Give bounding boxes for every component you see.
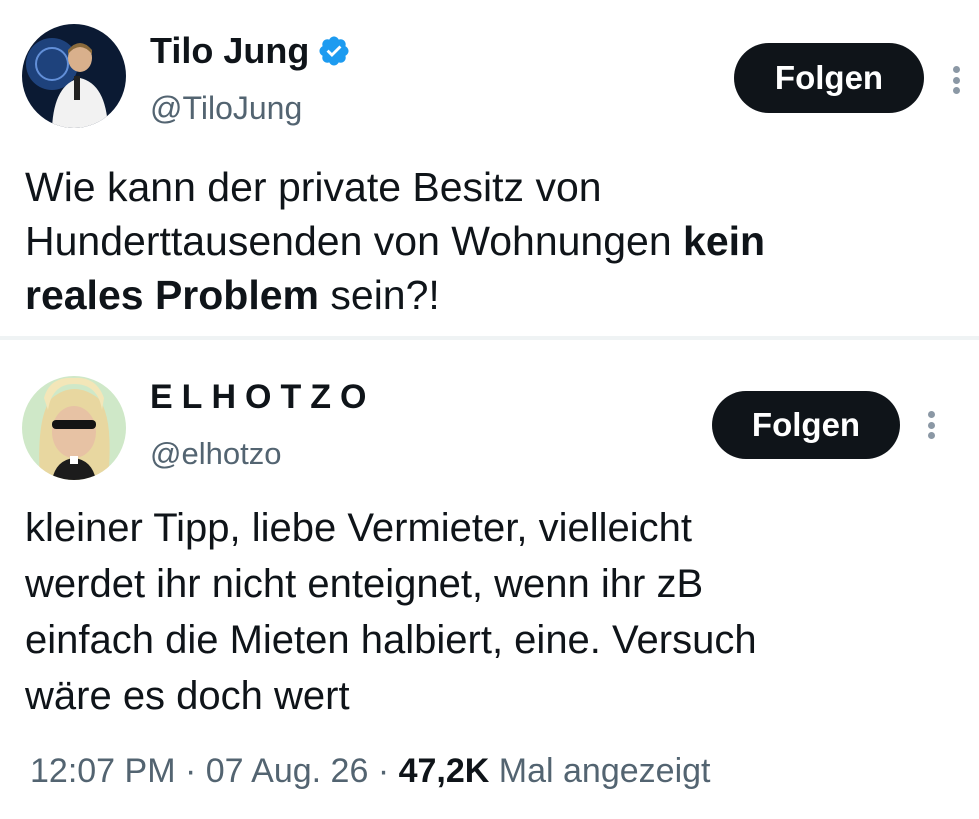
display-name[interactable]: Tilo Jung (150, 30, 309, 72)
tweet-text-segment: sein?! (319, 272, 440, 318)
author-row: ELHOTZO (150, 378, 375, 417)
tweet-text-line: wäre es doch wert (25, 674, 350, 718)
screenshot: Tilo Jung @TiloJung Folgen Wie kann der … (0, 0, 979, 819)
follow-button[interactable]: Folgen (712, 391, 900, 459)
tweet-text-line: kleiner Tipp, liebe Vermieter, vielleich… (25, 506, 692, 550)
author-row: Tilo Jung (150, 30, 351, 72)
handle[interactable]: @TiloJung (150, 90, 302, 127)
verified-badge-icon (317, 34, 351, 68)
meta-separator: · (184, 752, 206, 790)
handle[interactable]: @elhotzo (150, 436, 281, 472)
avatar[interactable] (22, 376, 126, 480)
timestamp[interactable]: 12:07 PM (30, 752, 176, 790)
divider (0, 336, 979, 340)
tweet-text: kleiner Tipp, liebe Vermieter, vielleich… (25, 500, 757, 724)
tweet-text-emphasis: reales Problem (25, 272, 319, 318)
tweet-text-line: Hunderttausenden von Wohnungen kein (25, 214, 765, 268)
tweet-text-line: Wie kann der private Besitz von (25, 164, 602, 210)
meta-separator: · (377, 752, 399, 790)
more-options-icon[interactable] (928, 411, 936, 439)
post-date[interactable]: 07 Aug. 26 (206, 752, 369, 790)
quoted-tweet[interactable]: Tilo Jung @TiloJung Folgen Wie kann der … (0, 0, 979, 337)
tweet-text-line: einfach die Mieten halbiert, eine. Versu… (25, 618, 757, 662)
avatar[interactable] (22, 24, 126, 128)
view-count[interactable]: 47,2K (399, 752, 490, 790)
view-count-label: Mal angezeigt (489, 752, 711, 790)
tweet-text: Wie kann der private Besitz von Hundertt… (25, 160, 765, 322)
more-options-icon[interactable] (953, 66, 961, 94)
tweet-meta: 12:07 PM · 07 Aug. 26 · 47,2K Mal angeze… (30, 752, 710, 791)
tweet-text-line: reales Problem sein?! (25, 268, 765, 322)
tweet-text-segment: Hunderttausenden von Wohnungen (25, 218, 684, 264)
tweet-text-emphasis: kein (683, 218, 766, 264)
tweet-text-line: werdet ihr nicht enteignet, wenn ihr zB (25, 562, 704, 606)
display-name[interactable]: ELHOTZO (150, 378, 375, 417)
follow-button[interactable]: Folgen (734, 43, 924, 113)
